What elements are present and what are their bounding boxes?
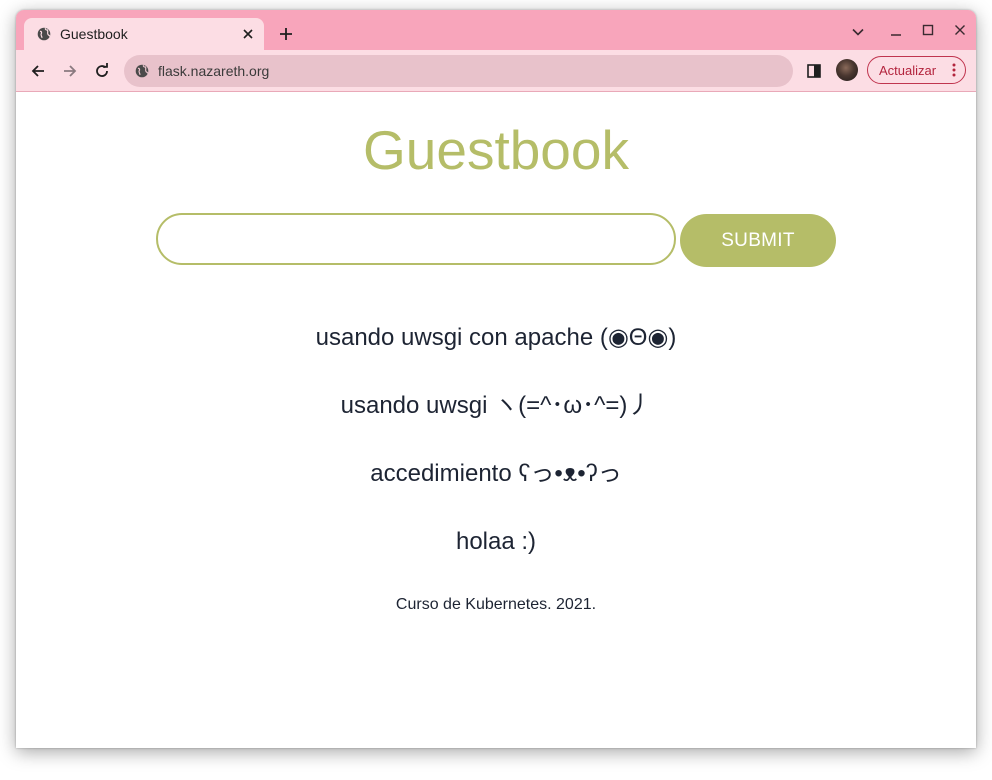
avatar[interactable] — [836, 59, 858, 81]
site-info-icon[interactable] — [134, 63, 150, 79]
minimize-icon[interactable] — [886, 22, 906, 42]
more-vert-icon[interactable] — [950, 62, 958, 78]
list-item: accedimiento ʕっ•ᴥ•ʔっ — [370, 460, 622, 487]
page-title: Guestbook — [362, 119, 629, 181]
maximize-icon[interactable] — [918, 20, 938, 40]
tab-strip: Guestbook — [16, 10, 976, 50]
update-button[interactable]: Actualizar — [867, 56, 966, 84]
url-text: flask.nazareth.org — [158, 63, 270, 79]
submit-button[interactable]: SUBMIT — [680, 214, 836, 267]
browser-toolbar: flask.nazareth.org Actualizar — [16, 50, 976, 92]
footer-text: Curso de Kubernetes. 2021. — [395, 596, 597, 613]
tab-guestbook[interactable]: Guestbook — [24, 18, 264, 50]
browser-window: Guestbook flask.nazareth.org Actualizar … — [16, 10, 976, 748]
list-item: usando uwsgi ヽ(=^･ω･^=)丿 — [340, 392, 652, 419]
list-item: holaa :) — [455, 528, 537, 555]
update-label: Actualizar — [879, 62, 937, 78]
list-item: usando uwsgi con apache (◉Θ◉) — [315, 324, 677, 351]
side-panel-icon[interactable] — [804, 61, 824, 81]
address-bar[interactable]: flask.nazareth.org — [124, 55, 793, 87]
message-list: usando uwsgi con apache (◉Θ◉) usando uws… — [16, 324, 976, 596]
back-arrow-icon[interactable] — [25, 58, 51, 84]
reload-icon[interactable] — [89, 58, 115, 84]
tab-title: Guestbook — [60, 26, 128, 42]
page-content: Guestbook SUBMIT usando uwsgi con apache… — [16, 92, 976, 748]
globe-icon — [37, 27, 51, 41]
close-icon[interactable] — [950, 20, 970, 40]
plus-icon[interactable] — [274, 22, 298, 46]
chevron-down-icon[interactable] — [848, 22, 868, 42]
forward-arrow-icon[interactable] — [57, 58, 83, 84]
close-icon[interactable] — [240, 26, 256, 42]
guestbook-entry-input[interactable] — [156, 213, 676, 265]
